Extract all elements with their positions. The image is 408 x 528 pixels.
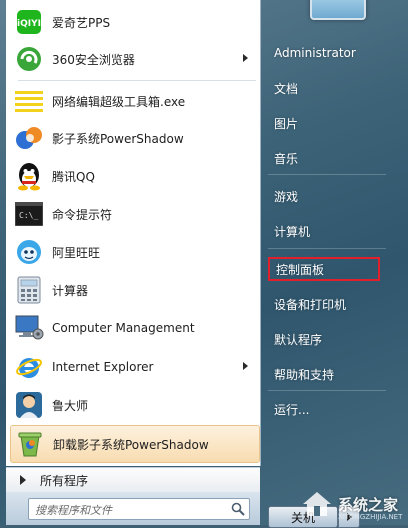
right-item-pictures[interactable]: 图片: [268, 111, 380, 135]
program-item-aliwangwang[interactable]: 阿里旺旺: [10, 234, 258, 270]
document-lines-icon: [14, 86, 44, 116]
program-item-360-browser[interactable]: 360安全浏览器: [10, 41, 258, 77]
program-label: 网络编辑超级工具箱.exe: [52, 94, 186, 109]
program-item-internet-explorer[interactable]: Internet Explorer: [10, 349, 258, 385]
svg-text:C:\_: C:\_: [19, 211, 38, 220]
program-item-qq[interactable]: 腾讯QQ: [10, 158, 258, 194]
program-list-panel: iQIYI 爱奇艺PPS 360安全浏览器 网络编辑超级工具箱.exe 影子系统…: [6, 0, 261, 466]
qq-penguin-icon: [14, 161, 44, 191]
search-box[interactable]: [28, 498, 250, 520]
program-label: 腾讯QQ: [52, 169, 95, 184]
right-item-help-support[interactable]: 帮助和支持: [268, 362, 380, 386]
right-item-run[interactable]: 运行...: [268, 397, 380, 421]
program-label: 命令提示符: [52, 207, 113, 222]
program-label: 爱奇艺PPS: [52, 15, 111, 30]
search-input[interactable]: [33, 500, 227, 520]
program-label: 影子系统PowerShadow: [52, 131, 184, 146]
program-label: Internet Explorer: [52, 360, 154, 374]
all-programs-button[interactable]: 所有程序: [6, 467, 260, 492]
watermark-text: 系统之家: [338, 495, 399, 514]
program-item-powershadow[interactable]: 影子系统PowerShadow: [10, 120, 258, 156]
watermark: 系统之家 XITONGZHIJIA.NET: [300, 486, 404, 522]
program-item-computer-management[interactable]: Computer Management: [10, 310, 258, 346]
right-item-documents[interactable]: 文档: [268, 76, 380, 100]
svg-text:iQIYI: iQIYI: [17, 19, 41, 29]
right-panel-divider: [268, 248, 386, 249]
ie-icon: [14, 352, 44, 382]
watermark-subtext: XITONGZHIJIA.NET: [338, 513, 403, 521]
right-panel-divider: [268, 174, 386, 175]
program-label: 阿里旺旺: [52, 245, 101, 260]
iqiyi-icon: iQIYI: [14, 7, 44, 37]
program-label: Computer Management: [52, 321, 195, 335]
program-item-uninstall-powershadow[interactable]: 卸载影子系统PowerShadow: [10, 425, 260, 463]
program-label: 鲁大师: [52, 398, 89, 413]
cmd-icon: C:\_: [14, 199, 44, 229]
submenu-arrow-icon[interactable]: [243, 362, 248, 370]
triangle-right-icon: [20, 475, 26, 485]
program-label: 360安全浏览器: [52, 52, 135, 67]
calculator-icon: [14, 275, 44, 305]
search-row: [6, 492, 260, 525]
360-browser-icon: [14, 44, 44, 74]
user-picture[interactable]: [310, 0, 366, 20]
right-item-user[interactable]: Administrator: [268, 41, 380, 65]
computer-management-icon: [14, 313, 44, 343]
program-item-ludashi[interactable]: 鲁大师: [10, 387, 258, 423]
search-icon[interactable]: [231, 502, 245, 516]
right-item-games[interactable]: 游戏: [268, 184, 380, 208]
all-programs-label: 所有程序: [40, 473, 89, 488]
program-label: 计算器: [52, 283, 89, 298]
right-item-music[interactable]: 音乐: [268, 146, 380, 170]
program-item-cmd[interactable]: C:\_ 命令提示符: [10, 196, 258, 232]
program-item-network-toolbox[interactable]: 网络编辑超级工具箱.exe: [10, 83, 258, 119]
submenu-arrow-icon[interactable]: [243, 54, 248, 62]
program-item-iqiyi[interactable]: iQIYI 爱奇艺PPS: [10, 4, 258, 40]
right-item-devices-printers[interactable]: 设备和打印机: [268, 292, 380, 316]
uninstall-icon: [15, 429, 45, 459]
right-panel-divider: [268, 390, 386, 391]
right-item-control-panel[interactable]: 控制面板: [268, 257, 380, 281]
aliwangwang-icon: [14, 237, 44, 267]
right-item-default-programs[interactable]: 默认程序: [268, 327, 380, 351]
program-list-divider: [18, 80, 256, 81]
right-item-computer[interactable]: 计算机: [268, 219, 380, 243]
house-logo-icon: [303, 492, 331, 516]
program-item-calculator[interactable]: 计算器: [10, 272, 258, 308]
ludashi-icon: [14, 390, 44, 420]
program-label: 卸载影子系统PowerShadow: [53, 437, 209, 452]
powershadow-icon: [14, 123, 44, 153]
